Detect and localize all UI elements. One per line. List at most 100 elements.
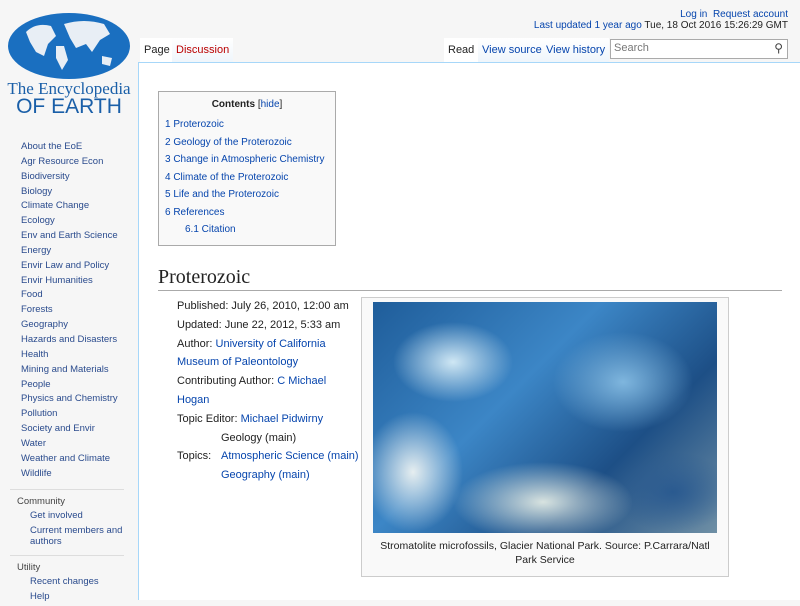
- sidebar-item-link[interactable]: Biology: [21, 186, 52, 197]
- sidebar-item[interactable]: Biology: [21, 185, 138, 200]
- request-account-link[interactable]: Request account: [713, 9, 788, 20]
- sidebar-item[interactable]: People: [21, 378, 138, 393]
- sidebar-item-link[interactable]: Geography: [21, 319, 68, 330]
- sidebar-item[interactable]: Env and Earth Science: [21, 229, 138, 244]
- author-label: Author:: [177, 337, 213, 350]
- editor-label: Topic Editor:: [177, 412, 238, 425]
- sidebar-item-link[interactable]: Weather and Climate: [21, 453, 110, 464]
- topic-editor-link[interactable]: Michael Pidwirny: [241, 413, 324, 425]
- search-input[interactable]: Search ⚲: [610, 39, 788, 59]
- sidebar-item[interactable]: Food: [21, 288, 138, 303]
- sidebar-item-get-involved[interactable]: Get involved: [30, 510, 83, 521]
- sidebar-item-link[interactable]: Biodiversity: [21, 171, 70, 182]
- sidebar-item[interactable]: Energy: [21, 244, 138, 259]
- sidebar-item-link[interactable]: Wildlife: [21, 468, 52, 479]
- tab-view-history[interactable]: View history: [542, 38, 610, 63]
- sidebar-item[interactable]: Forests: [21, 303, 138, 318]
- sidebar-item-link[interactable]: Agr Resource Econ: [21, 156, 103, 167]
- sidebar-item-link[interactable]: Env and Earth Science: [21, 230, 118, 241]
- sidebar-item-link[interactable]: Envir Humanities: [21, 275, 93, 286]
- figure-caption: Stromatolite microfossils, Glacier Natio…: [380, 540, 710, 566]
- sidebar-item-help[interactable]: Help: [30, 591, 50, 602]
- toc-item[interactable]: 6 References: [165, 204, 329, 222]
- sidebar-item[interactable]: Ecology: [21, 214, 138, 229]
- sidebar-item[interactable]: Envir Law and Policy: [21, 259, 138, 274]
- toc-link[interactable]: 5 Life and the Proterozoic: [165, 189, 279, 200]
- toc-item[interactable]: 4 Climate of the Proterozoic: [165, 169, 329, 187]
- tab-view-source[interactable]: View source: [478, 38, 546, 63]
- sidebar-item[interactable]: Hazards and Disasters: [21, 333, 138, 348]
- tab-discussion[interactable]: Discussion: [172, 38, 234, 63]
- last-updated-date: Tue, 18 Oct 2016 15:26:29 GMT: [644, 20, 788, 31]
- sidebar-item-link[interactable]: About the EoE: [21, 141, 82, 152]
- login-link[interactable]: Log in: [680, 9, 707, 20]
- page-title: Proterozoic: [158, 266, 782, 291]
- last-updated-link[interactable]: Last updated 1 year ago: [534, 20, 642, 31]
- published-date: Published: July 26, 2010, 12:00 am: [177, 300, 349, 312]
- toc-link[interactable]: 2 Geology of the Proterozoic: [165, 137, 292, 148]
- sidebar-item-link[interactable]: Pollution: [21, 408, 57, 419]
- sidebar-item-link[interactable]: Food: [21, 289, 43, 300]
- sidebar-item-link[interactable]: Health: [21, 349, 48, 360]
- community-heading: Community: [17, 496, 66, 508]
- toc-item[interactable]: 6.1 Citation: [165, 221, 329, 239]
- toc-item[interactable]: 1 Proterozoic: [165, 116, 329, 134]
- sidebar-item-link[interactable]: Water: [21, 438, 46, 449]
- sidebar-item-recent-changes[interactable]: Recent changes: [30, 576, 99, 587]
- search-placeholder: Search: [614, 42, 649, 54]
- sidebar-item[interactable]: Climate Change: [21, 199, 138, 214]
- toc-link[interactable]: 3 Change in Atmospheric Chemistry: [165, 154, 325, 165]
- sidebar-item[interactable]: Health: [21, 348, 138, 363]
- sidebar-item[interactable]: Society and Envir: [21, 422, 138, 437]
- sidebar-item-link[interactable]: Society and Envir: [21, 423, 95, 434]
- toc-link[interactable]: 1 Proterozoic: [165, 119, 224, 130]
- toc-item[interactable]: 5 Life and the Proterozoic: [165, 186, 329, 204]
- toc-title: Contents: [211, 99, 256, 110]
- content-area: Contents [hide] 1 Proterozoic 2 Geology o…: [138, 62, 800, 600]
- sidebar-item[interactable]: Agr Resource Econ: [21, 155, 138, 170]
- sidebar-item[interactable]: Wildlife: [21, 467, 138, 482]
- globe-logo-icon: The Encyclopedia OF EARTH: [7, 13, 131, 118]
- toc-hide-link[interactable]: hide: [261, 99, 280, 110]
- sidebar-item-link[interactable]: Physics and Chemistry: [21, 393, 118, 404]
- sidebar-item[interactable]: Mining and Materials: [21, 363, 138, 378]
- topic-atmospheric-science[interactable]: Atmospheric Science (main): [221, 450, 359, 462]
- sidebar-item-link[interactable]: Ecology: [21, 215, 55, 226]
- sidebar-item[interactable]: Weather and Climate: [21, 452, 138, 467]
- tab-page[interactable]: Page: [140, 38, 174, 63]
- sidebar-item-link[interactable]: Envir Law and Policy: [21, 260, 109, 271]
- toc-link[interactable]: 4 Climate of the Proterozoic: [165, 172, 288, 183]
- sidebar-item[interactable]: Physics and Chemistry: [21, 392, 138, 407]
- figure: Stromatolite microfossils, Glacier Natio…: [361, 297, 729, 577]
- sidebar-item[interactable]: Geography: [21, 318, 138, 333]
- toc-link[interactable]: 6.1 Citation: [185, 224, 236, 235]
- toc-item[interactable]: 3 Change in Atmospheric Chemistry: [165, 151, 329, 169]
- sidebar-item-members[interactable]: Current members and authors: [30, 525, 122, 547]
- svg-text:OF EARTH: OF EARTH: [16, 95, 122, 114]
- tab-read[interactable]: Read: [444, 38, 479, 63]
- site-logo[interactable]: The Encyclopedia OF EARTH: [6, 12, 132, 118]
- sidebar-item-link[interactable]: People: [21, 379, 51, 390]
- article-meta: Published: July 26, 2010, 12:00 am Updat…: [177, 297, 359, 485]
- sidebar-item[interactable]: Envir Humanities: [21, 274, 138, 289]
- sidebar-item[interactable]: Biodiversity: [21, 170, 138, 185]
- community-portal: Community Get involved Current members a…: [10, 489, 124, 547]
- sidebar-item-link[interactable]: Hazards and Disasters: [21, 334, 117, 345]
- toc-link[interactable]: 6 References: [165, 207, 224, 218]
- toc-item[interactable]: 2 Geology of the Proterozoic: [165, 134, 329, 152]
- stromatolite-image[interactable]: [373, 302, 717, 533]
- table-of-contents: Contents [hide] 1 Proterozoic 2 Geology o…: [158, 91, 336, 246]
- topic-geography[interactable]: Geography (main): [221, 469, 310, 481]
- personal-tools: Log in Request account Last updated 1 ye…: [534, 9, 788, 31]
- sidebar-item[interactable]: Water: [21, 437, 138, 452]
- updated-date: Updated: June 22, 2012, 5:33 am: [177, 318, 341, 331]
- sidebar-item-link[interactable]: Climate Change: [21, 200, 89, 211]
- sidebar-item-link[interactable]: Mining and Materials: [21, 364, 109, 375]
- sidebar-item-link[interactable]: Forests: [21, 304, 53, 315]
- sidebar-item[interactable]: Pollution: [21, 407, 138, 422]
- sidebar: About the EoE Agr Resource Econ Biodiversi…: [0, 140, 138, 606]
- search-icon[interactable]: ⚲: [774, 41, 783, 55]
- utility-portal: Utility Recent changes Help: [10, 555, 124, 602]
- sidebar-item-link[interactable]: Energy: [21, 245, 51, 256]
- sidebar-item[interactable]: About the EoE: [21, 140, 138, 155]
